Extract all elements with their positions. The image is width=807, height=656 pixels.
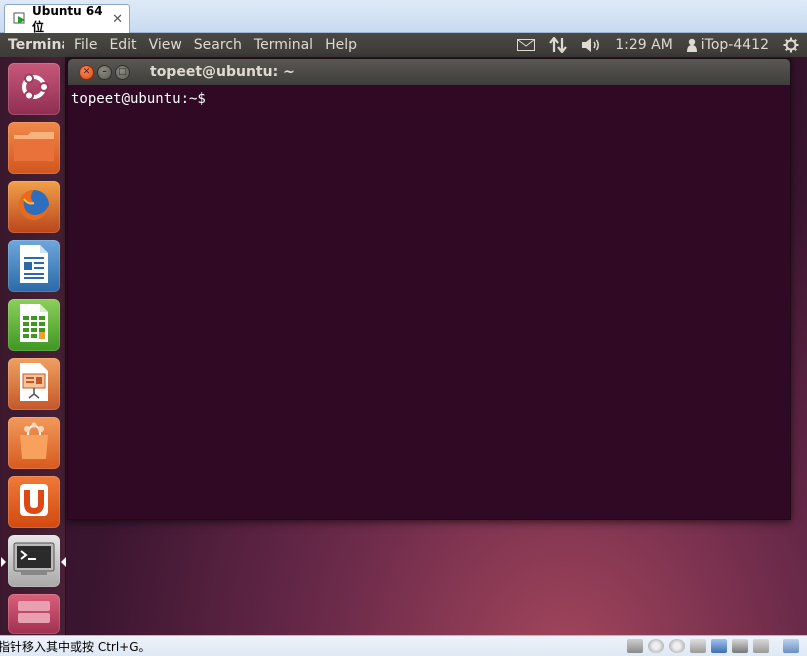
launcher-libreoffice-impress[interactable]	[8, 358, 60, 410]
ubuntu-one-icon	[18, 482, 50, 522]
launcher	[0, 57, 66, 635]
network-icon[interactable]	[549, 37, 568, 53]
stacked-apps-icon	[14, 599, 54, 629]
launcher-software-center[interactable]	[8, 417, 60, 469]
active-app-name: Terminal	[8, 37, 64, 53]
user-icon	[686, 38, 697, 52]
launcher-active-indicator	[61, 557, 66, 567]
vm-status-bar: 指针移入其中或按 Ctrl+G。	[0, 635, 807, 656]
launcher-firefox[interactable]	[8, 181, 60, 233]
menu-view[interactable]: View	[149, 37, 182, 53]
launcher-ubuntu-one[interactable]	[8, 476, 60, 528]
clock[interactable]: 1:29 AM	[615, 37, 673, 53]
menu-edit[interactable]: Edit	[109, 37, 136, 53]
launcher-more[interactable]	[8, 594, 60, 634]
menu-help[interactable]: Help	[325, 37, 357, 53]
launcher-libreoffice-writer[interactable]	[8, 240, 60, 292]
gear-icon[interactable]	[783, 37, 799, 53]
network-adapter-icon[interactable]	[711, 639, 727, 653]
launcher-running-indicator	[1, 557, 6, 567]
status-hint: 指针移入其中或按 Ctrl+G。	[0, 639, 151, 654]
menu-terminal[interactable]: Terminal	[254, 37, 313, 53]
folder-icon	[12, 129, 56, 167]
ubuntu-logo-icon	[17, 70, 51, 108]
printer-icon[interactable]	[732, 639, 748, 653]
vm-tab[interactable]: Ubuntu 64 位 ✕	[4, 3, 130, 34]
launcher-terminal[interactable]	[8, 535, 60, 587]
display-icon[interactable]	[783, 639, 799, 653]
sound-icon[interactable]	[753, 639, 769, 653]
writer-document-icon	[18, 244, 50, 288]
cd-rom-icon[interactable]	[648, 639, 664, 653]
terminal-prompt: topeet@ubuntu:~$	[71, 91, 206, 107]
terminal-body[interactable]: topeet@ubuntu:~$	[68, 85, 790, 519]
impress-presentation-icon	[18, 362, 50, 406]
device-icons	[622, 639, 799, 653]
menu-file[interactable]: File	[74, 37, 97, 53]
vm-screen[interactable]: Terminal File Edit View Search Terminal …	[0, 33, 807, 635]
launcher-files[interactable]	[8, 122, 60, 174]
firefox-icon	[14, 185, 54, 229]
top-panel: Terminal File Edit View Search Terminal …	[0, 33, 807, 57]
vm-power-icon	[13, 12, 27, 26]
launcher-libreoffice-calc[interactable]	[8, 299, 60, 351]
terminal-window[interactable]: ✕ – □ topeet@ubuntu: ~ topeet@ubuntu:~$	[67, 58, 791, 520]
window-close-icon[interactable]: ✕	[79, 64, 94, 80]
window-minimize-icon[interactable]: –	[97, 64, 112, 80]
cd-rom-2-icon[interactable]	[669, 639, 685, 653]
vm-tab-title: Ubuntu 64 位	[32, 3, 103, 34]
mail-icon[interactable]	[517, 39, 536, 51]
vm-tab-close-icon[interactable]: ✕	[112, 12, 123, 27]
floppy-icon[interactable]	[690, 639, 706, 653]
window-maximize-icon[interactable]: □	[115, 64, 130, 80]
menu-search[interactable]: Search	[194, 37, 242, 53]
vm-tab-bar: Ubuntu 64 位 ✕	[0, 0, 807, 34]
terminal-icon	[13, 541, 55, 581]
hard-disk-icon[interactable]	[627, 639, 643, 653]
terminal-titlebar[interactable]: ✕ – □ topeet@ubuntu: ~	[68, 59, 790, 85]
indicator-tray: 1:29 AM iTop-4412	[517, 33, 807, 57]
user-name: iTop-4412	[700, 37, 769, 53]
terminal-title: topeet@ubuntu: ~	[150, 64, 295, 80]
shopping-bag-icon	[14, 421, 54, 465]
launcher-dash-home[interactable]	[8, 63, 60, 115]
calc-spreadsheet-icon	[18, 303, 50, 347]
user-menu[interactable]: iTop-4412	[686, 37, 769, 53]
volume-icon[interactable]	[581, 37, 601, 53]
